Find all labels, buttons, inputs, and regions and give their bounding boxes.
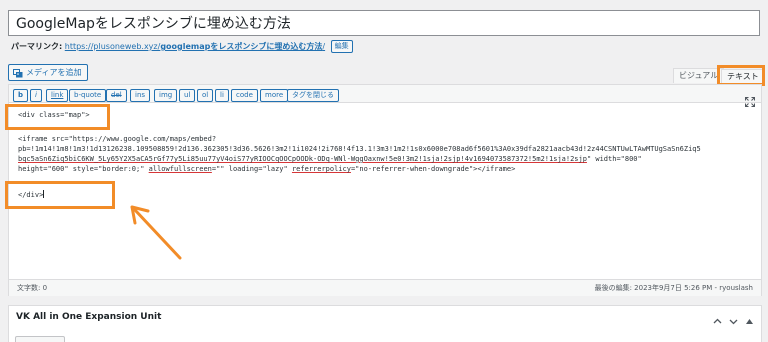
qt-ul-button[interactable]: ul <box>179 89 196 102</box>
qt-bold-button[interactable]: b <box>13 89 29 102</box>
permalink-label: パーマリンク: <box>11 42 63 51</box>
code-line-5: height="600" style="border:0;" allowfull… <box>18 165 515 174</box>
fullscreen-icon[interactable] <box>745 92 755 107</box>
code-textarea[interactable]: <div class="map"> <iframe src="https://w… <box>9 104 761 278</box>
metabox-title: VK All in One Expansion Unit <box>16 312 162 322</box>
qt-italic-button[interactable]: i <box>30 89 42 102</box>
code-line-3: pb=!1m14!1m8!1m3!1d13126238.109508859!2d… <box>18 145 701 153</box>
quicktags-toolbar: b i link b-quote del ins img ul ol li co… <box>9 85 761 107</box>
triangle-up-icon[interactable] <box>744 312 755 324</box>
permalink-row: パーマリンク: https://plusoneweb.xyz/googlemap… <box>11 40 353 54</box>
permalink-link[interactable]: https://plusoneweb.xyz/googlemapをレスポンシブに… <box>65 42 325 51</box>
code-line-2: <iframe src="https://www.google.com/maps… <box>18 135 217 143</box>
qt-bquote-button[interactable]: b-quote <box>69 89 107 102</box>
qt-li-button[interactable]: li <box>215 89 229 102</box>
add-media-label: メディアを追加 <box>26 68 82 77</box>
chevron-up-icon[interactable] <box>712 312 723 324</box>
qt-ol-button[interactable]: ol <box>197 89 214 102</box>
code-line-5-allowfullscreen: allowfullscreen <box>148 165 212 173</box>
last-edit-info: 最後の編集: 2023年9月7日 5:26 PM - ryouslash <box>594 284 753 292</box>
vk-expansion-metabox: VK All in One Expansion Unit <box>8 305 762 342</box>
qt-close-tags-button[interactable]: タグを閉じる <box>287 89 339 102</box>
qt-del-button[interactable]: del <box>106 89 127 102</box>
permalink-slug[interactable]: googlemapをレスポンシブに埋め込む方法 <box>160 42 322 51</box>
qt-code-button[interactable]: code <box>231 89 258 102</box>
text-editor: b i link b-quote del ins img ul ol li co… <box>8 84 762 296</box>
code-line-4-attrs: " width="800" <box>586 155 642 163</box>
code-line-5-a: height="600" style="border:0;" <box>18 165 149 173</box>
code-line-4-url: bqc5aSn6Ziq5biC6KW_5Ly65Y2X5aCA5rGf77y5L… <box>18 155 587 163</box>
code-line-5-e: ="no-referrer-when-downgrade"></iframe> <box>350 165 516 173</box>
arrow-icon <box>130 205 182 260</box>
code-line-4: bqc5aSn6Ziq5biC6KW_5Ly65Y2X5aCA5rGf77y5L… <box>18 155 642 164</box>
code-line-5-referrerpolicy: referrerpolicy <box>291 165 351 173</box>
editor-status-bar: 文字数: 0 最後の編集: 2023年9月7日 5:26 PM - ryousl… <box>9 279 761 296</box>
highlight-close-div <box>5 181 115 209</box>
qt-img-button[interactable]: img <box>154 89 178 102</box>
post-title-input[interactable] <box>8 10 760 36</box>
permalink-trailing-slash[interactable]: / <box>322 42 325 51</box>
chevron-down-icon[interactable] <box>728 312 739 325</box>
add-media-button[interactable]: メディアを追加 <box>8 64 89 81</box>
qt-ins-button[interactable]: ins <box>130 89 151 102</box>
highlight-text-tab <box>717 65 765 86</box>
qt-link-button[interactable]: link <box>46 89 69 102</box>
qt-more-button[interactable]: more <box>260 89 289 102</box>
metabox-content-button[interactable] <box>15 336 65 342</box>
media-icon <box>13 68 23 78</box>
highlight-open-div <box>5 104 110 130</box>
permalink-base-url[interactable]: https://plusoneweb.xyz/ <box>65 42 161 51</box>
permalink-edit-button[interactable]: 編集 <box>330 40 353 53</box>
code-line-5-c: ="" loading="lazy" <box>211 165 292 173</box>
word-count: 文字数: 0 <box>17 284 48 292</box>
